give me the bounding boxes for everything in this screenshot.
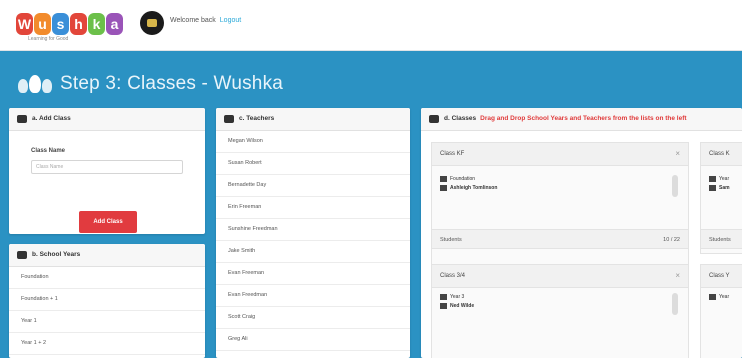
graduation-cap-icon xyxy=(440,302,447,309)
graduation-cap-icon xyxy=(440,184,447,191)
class-name: Class K xyxy=(709,151,730,157)
teachers-header: c. Teachers xyxy=(216,108,410,131)
calendar-icon xyxy=(440,293,447,300)
school-year-item[interactable]: Year 1 xyxy=(9,311,205,333)
school-years-title: b. School Years xyxy=(32,251,81,258)
students-row: Students 10 / 22 xyxy=(432,229,688,249)
logo-letter: W xyxy=(16,13,33,35)
class-card-header: Class KF × xyxy=(432,143,688,166)
scrollbar[interactable] xyxy=(672,293,678,315)
close-icon[interactable]: × xyxy=(675,143,680,165)
school-year-item[interactable]: Foundation + 1 xyxy=(9,289,205,311)
top-bar: W u s h k a Learning for Good Welcome ba… xyxy=(0,0,742,51)
logo-letter: k xyxy=(88,13,105,35)
users-icon xyxy=(18,73,52,95)
students-label: Students xyxy=(709,237,731,243)
school-years-panel: b. School Years Foundation Foundation + … xyxy=(9,244,205,358)
class-name-input[interactable]: Class Name xyxy=(31,160,183,174)
class-card[interactable]: Class Y Year xyxy=(700,264,742,358)
class-card-header: Class Y xyxy=(701,265,742,288)
assigned-teacher-label: Ashleigh Tomlinson xyxy=(450,185,498,191)
logo-letter: h xyxy=(70,13,87,35)
classes-panel: d. Classes Drag and Drop School Years an… xyxy=(421,108,742,358)
teachers-title: c. Teachers xyxy=(239,115,275,122)
teacher-item[interactable]: Greg Ali xyxy=(216,329,410,351)
teacher-item[interactable]: Erin Freeman xyxy=(216,197,410,219)
class-name: Class KF xyxy=(440,151,465,157)
add-class-button[interactable]: Add Class xyxy=(79,211,137,233)
users-icon xyxy=(17,115,27,123)
page-header: Step 3: Classes - Wushka xyxy=(18,69,283,99)
teachers-panel: c. Teachers Megan Wilson Susan Robert Be… xyxy=(216,108,410,358)
classes-header: d. Classes Drag and Drop School Years an… xyxy=(421,108,742,131)
add-class-title: a. Add Class xyxy=(32,115,71,122)
welcome-message: Welcome back Logout xyxy=(170,17,241,24)
assigned-year: Foundation xyxy=(440,175,475,183)
scrollbar[interactable] xyxy=(672,175,678,197)
logout-link[interactable]: Logout xyxy=(220,17,241,24)
calendar-icon xyxy=(17,251,27,259)
classes-instruction: Drag and Drop School Years and Teachers … xyxy=(480,115,687,122)
calendar-icon xyxy=(709,175,716,182)
logo-tagline: Learning for Good xyxy=(28,36,69,42)
class-name-label: Class Name xyxy=(31,148,66,154)
assigned-year-label: Year 3 xyxy=(450,294,465,300)
assigned-year: Year 3 xyxy=(440,293,464,301)
students-row: Students xyxy=(701,229,742,249)
assigned-teacher: Ned Wilde xyxy=(440,302,474,310)
assigned-teacher: Ashleigh Tomlinson xyxy=(440,184,497,192)
add-class-header: a. Add Class xyxy=(9,108,205,131)
logo-letter: a xyxy=(106,13,123,35)
welcome-text: Welcome back xyxy=(170,17,216,24)
page-title: Step 3: Classes - Wushka xyxy=(60,73,284,94)
teacher-item[interactable]: Megan Wilson xyxy=(216,131,410,153)
school-badge-icon xyxy=(140,11,164,35)
assigned-year-label: Foundation xyxy=(450,176,476,182)
class-card-header: Class 3/4 × xyxy=(432,265,688,288)
wizard-stage: Step 3: Classes - Wushka a. Add Class Cl… xyxy=(0,51,742,358)
calendar-icon xyxy=(440,175,447,182)
add-class-panel: a. Add Class Class Name Class Name Add C… xyxy=(9,108,205,234)
teacher-item[interactable]: Sunshine Freedman xyxy=(216,219,410,241)
assigned-teacher-label: Sam xyxy=(719,185,730,191)
assigned-year: Year xyxy=(709,175,729,183)
class-name: Class Y xyxy=(709,273,730,279)
assigned-year-label: Year xyxy=(719,294,730,300)
teacher-item[interactable]: Jake Smith xyxy=(216,241,410,263)
close-icon[interactable]: × xyxy=(675,265,680,287)
teacher-item[interactable]: Susan Robert xyxy=(216,153,410,175)
assigned-year: Year xyxy=(709,293,729,301)
logo-letter: u xyxy=(34,13,51,35)
classes-title: d. Classes xyxy=(444,115,477,122)
class-name: Class 3/4 xyxy=(440,273,466,279)
class-card[interactable]: Class 3/4 × Year 3 Ned Wilde xyxy=(431,264,689,358)
teacher-item[interactable]: Evan Freedman xyxy=(216,285,410,307)
school-year-item[interactable]: Year 1 + 2 xyxy=(9,333,205,355)
students-label: Students xyxy=(440,237,462,243)
assigned-teacher: Sam xyxy=(709,184,730,192)
school-years-header: b. School Years xyxy=(9,244,205,267)
assigned-teacher-label: Ned Wilde xyxy=(450,303,475,309)
students-count: 10 / 22 xyxy=(663,237,680,243)
teacher-item[interactable]: Bernadette Day xyxy=(216,175,410,197)
graduation-cap-icon xyxy=(709,184,716,191)
wushka-logo[interactable]: W u s h k a xyxy=(16,12,124,36)
class-card-header: Class K xyxy=(701,143,742,166)
class-card[interactable]: Class K Year Sam Students xyxy=(700,142,742,254)
logo-letter: s xyxy=(52,13,69,35)
teacher-item[interactable]: Scott Craig xyxy=(216,307,410,329)
users-icon xyxy=(429,115,439,123)
school-year-item[interactable]: Foundation xyxy=(9,267,205,289)
graduation-cap-icon xyxy=(224,115,234,123)
assigned-year-label: Year xyxy=(719,176,730,182)
teacher-item[interactable]: Evan Freeman xyxy=(216,263,410,285)
calendar-icon xyxy=(709,293,716,300)
